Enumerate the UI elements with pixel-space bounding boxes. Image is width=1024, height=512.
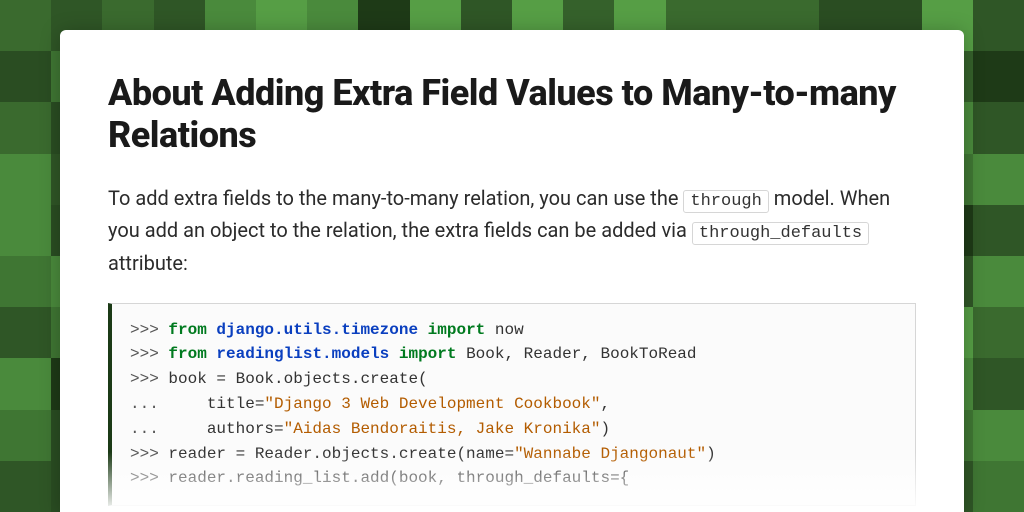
code-token: now — [485, 321, 523, 339]
code-token: from — [168, 321, 206, 339]
code-token: , — [600, 395, 610, 413]
code-line: >>> book = Book.objects.create( — [130, 370, 428, 388]
code-line: ... authors="Aidas Bendoraitis, Jake Kro… — [130, 420, 610, 438]
code-token — [389, 345, 399, 363]
code-token: "Aidas Bendoraitis, Jake Kronika" — [284, 420, 601, 438]
code-block: >>> from django.utils.timezone import no… — [108, 303, 916, 507]
code-line: >>> from readinglist.models import Book,… — [130, 345, 697, 363]
code-prompt: >>> — [130, 370, 168, 388]
code-token — [207, 321, 217, 339]
inline-code-through-defaults: through_defaults — [692, 222, 869, 245]
code-token: book = Book.objects.create( — [168, 370, 427, 388]
code-prompt: >>> — [130, 469, 168, 487]
code-token: authors= — [168, 420, 283, 438]
code-prompt: ... — [130, 395, 168, 413]
code-token: reader.reading_list.add(book, through_de… — [168, 469, 629, 487]
code-token: readinglist.models — [216, 345, 389, 363]
code-token: "Wannabe Djangonaut" — [514, 445, 706, 463]
code-token — [207, 345, 217, 363]
code-token: title= — [168, 395, 264, 413]
page-title: About Adding Extra Field Values to Many-… — [108, 72, 916, 157]
intro-text-1: To add extra fields to the many-to-many … — [108, 186, 683, 210]
code-prompt: >>> — [130, 345, 168, 363]
code-line: >>> reader = Reader.objects.create(name=… — [130, 445, 716, 463]
code-token: ) — [600, 420, 610, 438]
code-line: >>> from django.utils.timezone import no… — [130, 321, 524, 339]
code-token: django.utils.timezone — [216, 321, 418, 339]
article-card: About Adding Extra Field Values to Many-… — [60, 30, 964, 512]
code-line: >>> reader.reading_list.add(book, throug… — [130, 469, 629, 487]
code-token: Book, Reader, BookToRead — [456, 345, 696, 363]
code-line: ... title="Django 3 Web Development Cook… — [130, 395, 610, 413]
intro-paragraph: To add extra fields to the many-to-many … — [108, 183, 916, 279]
code-token: import — [428, 321, 486, 339]
code-token: "Django 3 Web Development Cookbook" — [264, 395, 600, 413]
code-token: reader = Reader.objects.create(name= — [168, 445, 514, 463]
code-prompt: >>> — [130, 321, 168, 339]
code-token: from — [168, 345, 206, 363]
code-token: import — [399, 345, 457, 363]
inline-code-through: through — [683, 190, 768, 213]
code-token — [418, 321, 428, 339]
code-prompt: ... — [130, 420, 168, 438]
intro-text-3: attribute: — [108, 251, 188, 275]
code-token: ) — [706, 445, 716, 463]
code-prompt: >>> — [130, 445, 168, 463]
